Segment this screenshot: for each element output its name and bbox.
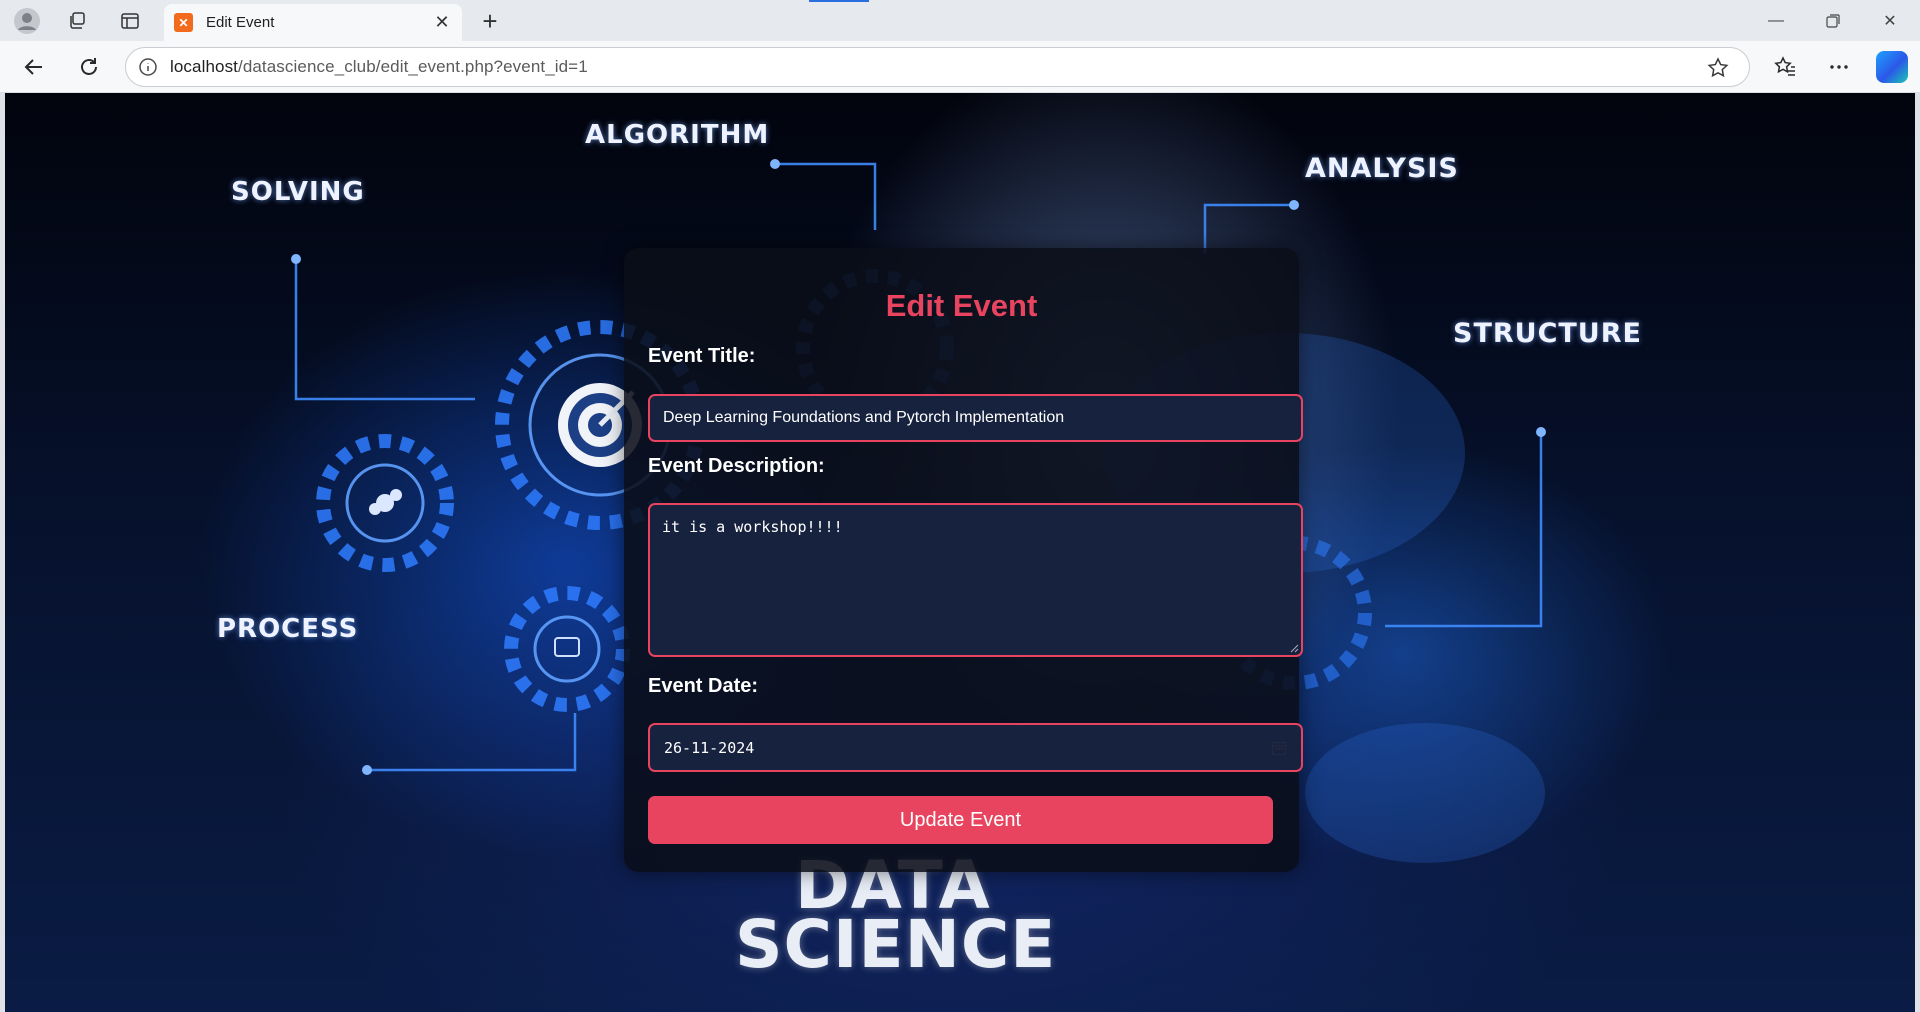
- minimize-icon[interactable]: —: [1756, 8, 1796, 34]
- more-menu-icon[interactable]: [1822, 50, 1856, 84]
- tab-strip-indicator: [809, 0, 869, 2]
- url-host: localhost: [170, 57, 238, 76]
- event-date-input[interactable]: 26-11-2024: [648, 723, 1303, 772]
- close-window-icon[interactable]: ✕: [1870, 8, 1910, 34]
- url-path: /datascience_club/edit_event.php?event_i…: [238, 57, 588, 76]
- event-date-value: 26-11-2024: [664, 738, 755, 757]
- tab-title: Edit Event: [206, 14, 275, 31]
- site-info-icon[interactable]: [126, 57, 170, 77]
- profile-icon[interactable]: [12, 6, 42, 36]
- event-description-label: Event Description:: [648, 455, 825, 477]
- event-date-label: Event Date:: [648, 675, 759, 697]
- calendar-icon[interactable]: [1271, 740, 1287, 756]
- edit-event-form: Edit Event Event Title: Deep Learning Fo…: [624, 248, 1303, 872]
- tab-edit-event[interactable]: ✕ Edit Event ✕: [164, 4, 462, 41]
- browser-toolbar: localhost/datascience_club/edit_event.ph…: [0, 41, 1920, 93]
- event-title-label: Event Title:: [648, 345, 756, 367]
- event-title-input[interactable]: Deep Learning Foundations and Pytorch Im…: [648, 394, 1303, 442]
- favorites-icon[interactable]: [1768, 50, 1802, 84]
- url-text[interactable]: localhost/datascience_club/edit_event.ph…: [170, 57, 588, 77]
- new-tab-icon[interactable]: +: [475, 6, 505, 36]
- copilot-icon[interactable]: [1876, 51, 1908, 83]
- favorite-star-icon[interactable]: [1707, 57, 1729, 84]
- resize-grip-icon[interactable]: [1289, 643, 1299, 653]
- tab-close-icon[interactable]: ✕: [432, 12, 452, 33]
- event-description-textarea[interactable]: it is a workshop!!!!: [648, 503, 1303, 657]
- browser-tab-bar: ✕ Edit Event ✕ + — ✕: [0, 0, 1920, 41]
- event-description-value: it is a workshop!!!!: [662, 518, 843, 536]
- address-bar[interactable]: localhost/datascience_club/edit_event.ph…: [125, 47, 1750, 87]
- page-viewport: SOLVING ALGORITHM ANALYSIS STRUCTURE PRO…: [5, 93, 1915, 1012]
- event-title-value: Deep Learning Foundations and Pytorch Im…: [663, 409, 1065, 426]
- back-arrow-icon[interactable]: [17, 50, 51, 84]
- bg-label-analysis: ANALYSIS: [1305, 153, 1459, 184]
- bg-brand-science: SCIENCE: [735, 906, 1057, 983]
- reload-icon[interactable]: [72, 50, 106, 84]
- xampp-favicon-icon: ✕: [174, 13, 193, 32]
- workspaces-icon[interactable]: [62, 6, 92, 36]
- bg-label-algorithm: ALGORITHM: [585, 120, 770, 150]
- bg-label-structure: STRUCTURE: [1453, 318, 1642, 349]
- vertical-tabs-icon[interactable]: [115, 6, 145, 36]
- bg-label-process: PROCESS: [217, 614, 359, 644]
- restore-icon[interactable]: [1813, 8, 1853, 34]
- page-title: Edit Event: [885, 288, 1038, 323]
- update-event-button[interactable]: Update Event: [648, 796, 1273, 844]
- bg-label-solving: SOLVING: [231, 177, 365, 207]
